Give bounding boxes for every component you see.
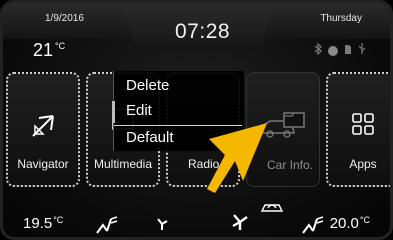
tile-label-apps: Apps — [349, 157, 377, 171]
recirculation-icon[interactable] — [259, 199, 285, 220]
tile-navigator[interactable]: Navigator — [6, 72, 80, 187]
outside-temp-unit: °C — [55, 41, 66, 51]
weekday-label: Thursday — [320, 13, 362, 24]
menu-item-delete[interactable]: Delete — [126, 77, 169, 94]
navigation-arrow-icon — [29, 110, 57, 145]
tile-apps[interactable]: Apps — [326, 72, 390, 187]
tile-label-navigator: Navigator — [17, 157, 69, 171]
right-temp-value: 20.0 — [329, 215, 359, 232]
date-label: 1/9/2016 — [45, 13, 84, 24]
disc-icon — [328, 45, 338, 56]
left-temp-value: 19.5 — [23, 215, 53, 232]
fan-high-icon[interactable] — [231, 213, 249, 236]
head-unit-screen: 1/9/2016 07:28 Thursday 21 °C Navigator M… — [0, 0, 393, 240]
climate-bar: 19.5°C 20.0°C — [3, 193, 390, 237]
right-seat-airflow-icon[interactable] — [299, 213, 327, 237]
fan-low-icon[interactable] — [155, 217, 169, 236]
bluetooth-icon — [314, 42, 322, 58]
menu-item-edit[interactable]: Edit — [126, 102, 152, 119]
apps-grid-icon — [351, 112, 375, 141]
clock-time[interactable]: 07:28 — [175, 20, 230, 44]
right-temperature[interactable]: 20.0°C — [330, 215, 370, 232]
status-icons — [314, 42, 366, 58]
outside-temp-value: 21 — [33, 40, 54, 60]
sd-card-icon — [344, 44, 352, 58]
left-seat-airflow-icon[interactable] — [93, 213, 121, 237]
menu-item-default[interactable]: Default — [126, 129, 174, 146]
tile-label-multimedia: Multimedia — [93, 157, 153, 171]
left-temperature[interactable]: 19.5°C — [23, 215, 63, 232]
right-temp-unit: °C — [359, 215, 370, 225]
outside-temperature: 21 °C — [33, 40, 65, 61]
left-temp-unit: °C — [53, 215, 64, 225]
menu-scrollbar[interactable] — [112, 101, 115, 123]
usb-icon — [358, 43, 366, 58]
